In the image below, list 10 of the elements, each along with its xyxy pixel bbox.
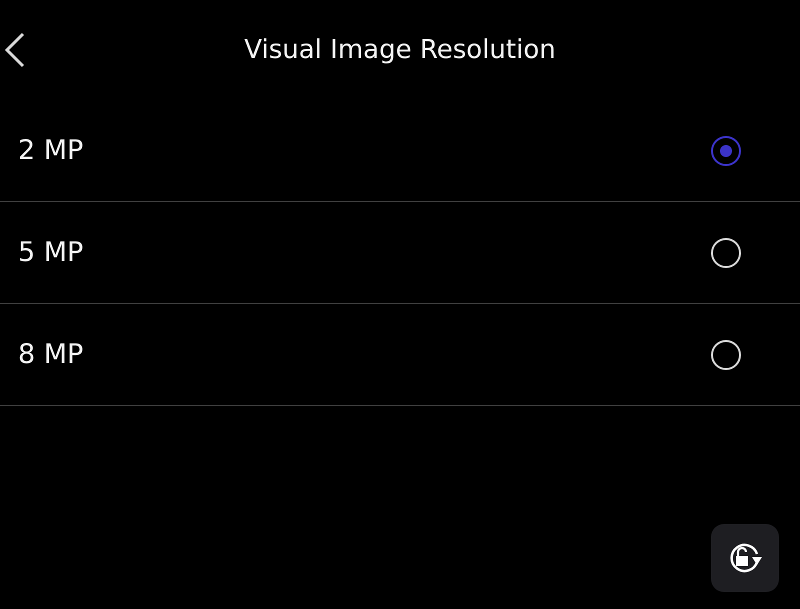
option-row[interactable]: 2 MP — [0, 100, 800, 202]
radio-button[interactable] — [711, 136, 741, 166]
option-row[interactable]: 5 MP — [0, 202, 800, 304]
rotation-lock-button[interactable] — [711, 524, 779, 592]
option-label: 5 MP — [18, 237, 84, 268]
option-row[interactable]: 8 MP — [0, 304, 800, 406]
option-label: 8 MP — [18, 339, 84, 370]
option-label: 2 MP — [18, 135, 84, 166]
back-button[interactable] — [4, 32, 26, 68]
page-title: Visual Image Resolution — [244, 35, 556, 65]
